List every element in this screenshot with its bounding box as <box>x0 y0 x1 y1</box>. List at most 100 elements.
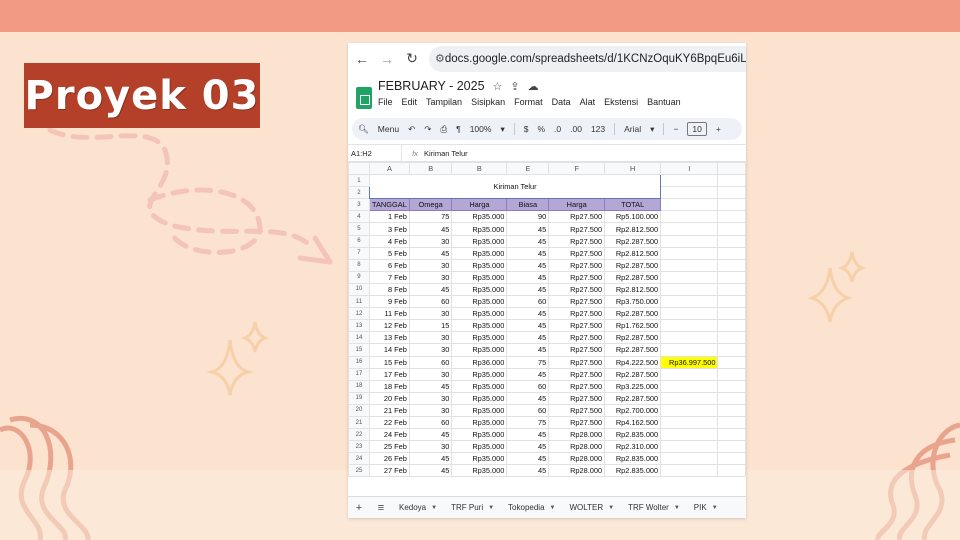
address-bar[interactable]: ⚙ docs.google.com/spreadsheets/d/1KCNzOq… <box>429 45 746 72</box>
cell-tanggal[interactable]: 3 Feb <box>368 222 410 236</box>
table-cell[interactable] <box>717 174 746 188</box>
cell-harga-omega[interactable]: Rp35.000 <box>451 403 508 417</box>
cell-omega[interactable]: 30 <box>408 343 453 357</box>
cell-tanggal[interactable]: 27 Feb <box>368 464 410 477</box>
row-header[interactable]: 3 <box>348 198 370 212</box>
formula-input[interactable]: Kiriman Telur <box>424 149 468 158</box>
table-cell[interactable] <box>717 222 746 236</box>
cell-harga-biasa[interactable]: Rp27.500 <box>548 391 606 405</box>
cell-omega[interactable]: 15 <box>408 319 453 333</box>
number-format-button[interactable]: 123 <box>591 124 605 134</box>
menu-extensions[interactable]: Ekstensi <box>604 97 638 107</box>
chevron-down-icon[interactable]: ▼ <box>712 505 718 511</box>
cell-omega[interactable]: 45 <box>408 282 453 297</box>
cell-tanggal[interactable]: 1 Feb <box>368 210 410 224</box>
table-cell[interactable] <box>717 270 746 284</box>
cell-extra[interactable] <box>660 258 719 272</box>
cell-harga-biasa[interactable]: Rp28.000 <box>548 452 606 466</box>
tab-trf-puri[interactable]: TRF Puri ▼ <box>444 503 501 512</box>
cell-harga-omega[interactable]: Rp35.000 <box>451 415 508 430</box>
cell-harga-biasa[interactable]: Rp27.500 <box>548 343 606 357</box>
cell-total[interactable]: Rp2.812.500 <box>604 222 662 236</box>
cell-omega[interactable]: 60 <box>408 355 453 369</box>
row-header[interactable]: 9 <box>348 270 370 284</box>
cell-harga-biasa[interactable]: Rp27.500 <box>548 270 606 284</box>
cell-extra[interactable] <box>660 464 719 477</box>
cell-extra[interactable] <box>660 440 719 454</box>
tab-wolter[interactable]: WOLTER ▼ <box>562 503 621 512</box>
cell-harga-biasa[interactable]: Rp27.500 <box>548 331 606 345</box>
search-icon[interactable]: 🔍︎ <box>358 124 369 135</box>
decrease-decimal-button[interactable]: .0 <box>554 124 561 134</box>
cell-extra[interactable] <box>660 319 719 333</box>
cell-harga-omega[interactable]: Rp35.000 <box>451 246 508 260</box>
cloud-status-icon[interactable]: ☁ <box>528 80 539 93</box>
table-cell[interactable] <box>717 282 746 297</box>
cell-harga-omega[interactable]: Rp35.000 <box>451 210 508 224</box>
cell-biasa[interactable]: 45 <box>506 319 550 333</box>
cell-harga-omega[interactable]: Rp35.000 <box>451 391 508 405</box>
table-cell[interactable] <box>717 234 746 248</box>
print-icon[interactable]: ⎙ <box>440 124 447 135</box>
cell-total[interactable]: Rp2.287.500 <box>604 234 662 248</box>
table-cell[interactable] <box>717 428 746 442</box>
cell-omega[interactable]: 30 <box>408 234 453 248</box>
table-cell[interactable] <box>717 464 746 477</box>
decrease-font-size-icon[interactable]: − <box>673 124 678 134</box>
tab-trf-wolter[interactable]: TRF Wolter ▼ <box>621 503 687 512</box>
cell-harga-omega[interactable]: Rp35.000 <box>451 428 508 442</box>
row-header[interactable]: 7 <box>348 246 370 260</box>
cell-biasa[interactable]: 60 <box>506 379 550 393</box>
row-header[interactable]: 20 <box>348 403 370 417</box>
tab-tokopedia[interactable]: Tokopedia ▼ <box>501 503 562 512</box>
header-harga-omega[interactable]: Harga <box>451 198 508 212</box>
menu-edit[interactable]: Edit <box>402 97 418 107</box>
cell-biasa[interactable]: 45 <box>506 391 550 405</box>
column-header-i[interactable]: I <box>660 162 719 176</box>
site-info-icon[interactable]: ⚙ <box>435 52 445 65</box>
table-cell[interactable] <box>717 391 746 405</box>
cell-biasa[interactable]: 60 <box>506 403 550 417</box>
column-header-f[interactable]: F <box>548 162 606 176</box>
cell-tanggal[interactable]: 22 Feb <box>368 415 410 430</box>
row-header[interactable]: 13 <box>348 319 370 333</box>
cell-total[interactable]: Rp4.162.500 <box>604 415 662 430</box>
cell-harga-omega[interactable]: Rp35.000 <box>451 282 508 297</box>
cell-biasa[interactable]: 45 <box>506 258 550 272</box>
row-header[interactable]: 1 <box>348 174 370 188</box>
cell-omega[interactable]: 60 <box>408 295 453 309</box>
cell-tanggal[interactable]: 18 Feb <box>368 379 410 393</box>
chevron-down-icon[interactable]: ▼ <box>550 505 556 511</box>
cell-extra[interactable] <box>660 246 719 260</box>
row-header[interactable]: 19 <box>348 391 370 405</box>
cell-omega[interactable]: 45 <box>408 452 453 466</box>
cell-extra[interactable] <box>660 452 719 466</box>
cell-total[interactable]: Rp2.310.000 <box>604 440 662 454</box>
cell-omega[interactable]: 30 <box>408 270 453 284</box>
cell-omega[interactable]: 45 <box>408 246 453 260</box>
table-cell[interactable] <box>717 246 746 260</box>
cell-omega[interactable]: 30 <box>408 258 453 272</box>
cell-harga-biasa[interactable]: Rp27.500 <box>548 234 606 248</box>
cell-total[interactable]: Rp2.287.500 <box>604 270 662 284</box>
name-box[interactable]: A1:H2 <box>348 145 402 161</box>
table-cell[interactable] <box>717 367 746 381</box>
column-header-b[interactable]: B <box>408 162 453 176</box>
cell-harga-omega[interactable]: Rp35.000 <box>451 234 508 248</box>
cell-extra[interactable] <box>660 343 719 357</box>
header-tanggal[interactable]: TANGGAL <box>368 198 410 212</box>
cell-total[interactable]: Rp2.835.000 <box>604 428 662 442</box>
cell-harga-biasa[interactable]: Rp27.500 <box>548 282 606 297</box>
tab-kedoya[interactable]: Kedoya ▼ <box>392 503 444 512</box>
cell-extra[interactable]: Rp36.997.500 <box>660 355 719 369</box>
document-title[interactable]: FEBRUARY - 2025 <box>378 79 485 93</box>
cell-extra[interactable] <box>660 282 719 297</box>
chevron-down-icon[interactable]: ▾ <box>650 124 654 135</box>
cell-biasa[interactable]: 75 <box>506 415 550 430</box>
all-sheets-icon[interactable]: ≡ <box>370 502 392 514</box>
row-header[interactable]: 5 <box>348 222 370 236</box>
table-cell[interactable] <box>717 319 746 333</box>
cell-total[interactable]: Rp2.835.000 <box>604 464 662 477</box>
cell-biasa[interactable]: 45 <box>506 452 550 466</box>
cell-total[interactable]: Rp2.287.500 <box>604 331 662 345</box>
